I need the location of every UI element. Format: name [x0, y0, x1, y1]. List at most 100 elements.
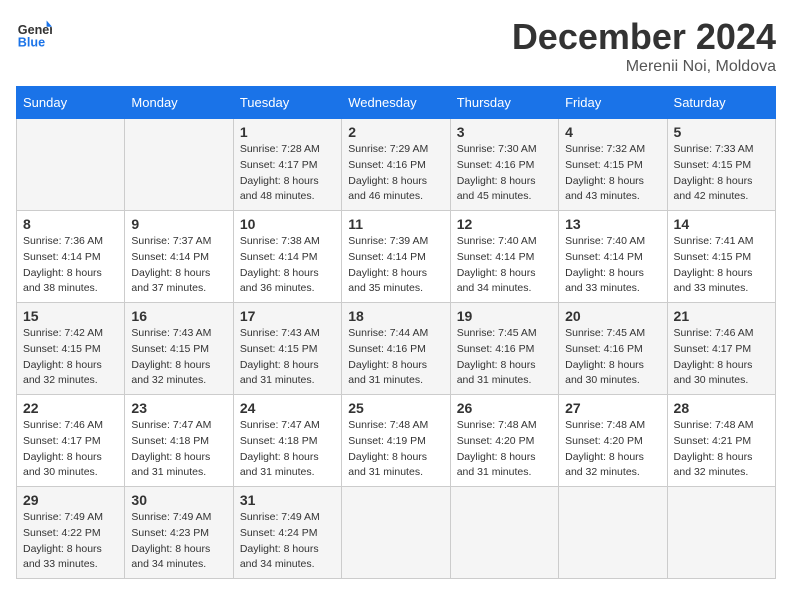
- calendar-cell: 23 Sunrise: 7:47 AMSunset: 4:18 PMDayligh…: [125, 395, 233, 487]
- day-number: 16: [131, 308, 226, 324]
- calendar-cell: 22 Sunrise: 7:46 AMSunset: 4:17 PMDayligh…: [17, 395, 125, 487]
- calendar-cell: [450, 487, 558, 579]
- calendar-cell: 20Sunrise: 7:45 AMSunset: 4:16 PMDayligh…: [559, 303, 667, 395]
- day-number: 12: [457, 216, 552, 232]
- calendar-week-3: 15 Sunrise: 7:42 AMSunset: 4:15 PMDayligh…: [17, 303, 776, 395]
- day-info: Sunrise: 7:46 AMSunset: 4:17 PMDaylight:…: [674, 326, 769, 389]
- calendar-cell: 24 Sunrise: 7:47 AMSunset: 4:18 PMDayligh…: [233, 395, 341, 487]
- day-info: Sunrise: 7:33 AMSunset: 4:15 PMDaylight:…: [674, 142, 769, 205]
- day-info: Sunrise: 7:47 AMSunset: 4:18 PMDaylight:…: [131, 418, 226, 481]
- svg-text:Blue: Blue: [18, 36, 45, 50]
- calendar-cell: 4Sunrise: 7:32 AMSunset: 4:15 PMDaylight…: [559, 119, 667, 211]
- day-number: 28: [674, 400, 769, 416]
- calendar-cell: 18Sunrise: 7:44 AMSunset: 4:16 PMDayligh…: [342, 303, 450, 395]
- calendar-cell: 21 Sunrise: 7:46 AMSunset: 4:17 PMDayligh…: [667, 303, 775, 395]
- calendar-cell: 29Sunrise: 7:49 AMSunset: 4:22 PMDayligh…: [17, 487, 125, 579]
- day-info: Sunrise: 7:49 AMSunset: 4:22 PMDaylight:…: [23, 510, 118, 573]
- day-info: Sunrise: 7:43 AMSunset: 4:15 PMDaylight:…: [240, 326, 335, 389]
- header-day-wednesday: Wednesday: [342, 87, 450, 119]
- day-info: Sunrise: 7:45 AMSunset: 4:16 PMDaylight:…: [565, 326, 660, 389]
- calendar-cell: [559, 487, 667, 579]
- day-number: 14: [674, 216, 769, 232]
- calendar-cell: 5 Sunrise: 7:33 AMSunset: 4:15 PMDaylight…: [667, 119, 775, 211]
- calendar-cell: 2 Sunrise: 7:29 AMSunset: 4:16 PMDaylight…: [342, 119, 450, 211]
- location-subtitle: Merenii Noi, Moldova: [512, 58, 776, 76]
- calendar-cell: 26 Sunrise: 7:48 AMSunset: 4:20 PMDayligh…: [450, 395, 558, 487]
- calendar-week-4: 22 Sunrise: 7:46 AMSunset: 4:17 PMDayligh…: [17, 395, 776, 487]
- calendar-cell: 16Sunrise: 7:43 AMSunset: 4:15 PMDayligh…: [125, 303, 233, 395]
- day-number: 22: [23, 400, 118, 416]
- logo: General Blue: [16, 16, 52, 52]
- month-title: December 2024: [512, 16, 776, 58]
- title-area: December 2024 Merenii Noi, Moldova: [512, 16, 776, 76]
- calendar-week-5: 29Sunrise: 7:49 AMSunset: 4:22 PMDayligh…: [17, 487, 776, 579]
- calendar-week-2: 8 Sunrise: 7:36 AMSunset: 4:14 PMDaylight…: [17, 211, 776, 303]
- calendar-cell: 17 Sunrise: 7:43 AMSunset: 4:15 PMDayligh…: [233, 303, 341, 395]
- calendar-cell: [17, 119, 125, 211]
- day-number: 15: [23, 308, 118, 324]
- day-info: Sunrise: 7:37 AMSunset: 4:14 PMDaylight:…: [131, 234, 226, 297]
- day-info: Sunrise: 7:47 AMSunset: 4:18 PMDaylight:…: [240, 418, 335, 481]
- day-info: Sunrise: 7:46 AMSunset: 4:17 PMDaylight:…: [23, 418, 118, 481]
- day-number: 3: [457, 124, 552, 140]
- day-number: 21: [674, 308, 769, 324]
- day-number: 8: [23, 216, 118, 232]
- day-info: Sunrise: 7:48 AMSunset: 4:20 PMDaylight:…: [565, 418, 660, 481]
- day-info: Sunrise: 7:42 AMSunset: 4:15 PMDaylight:…: [23, 326, 118, 389]
- calendar-cell: 13 Sunrise: 7:40 AMSunset: 4:14 PMDayligh…: [559, 211, 667, 303]
- calendar-cell: [125, 119, 233, 211]
- day-info: Sunrise: 7:29 AMSunset: 4:16 PMDaylight:…: [348, 142, 443, 205]
- calendar-cell: 11Sunrise: 7:39 AMSunset: 4:14 PMDayligh…: [342, 211, 450, 303]
- day-number: 30: [131, 492, 226, 508]
- day-number: 13: [565, 216, 660, 232]
- day-info: Sunrise: 7:40 AMSunset: 4:14 PMDaylight:…: [457, 234, 552, 297]
- calendar-cell: 15 Sunrise: 7:42 AMSunset: 4:15 PMDayligh…: [17, 303, 125, 395]
- day-number: 1: [240, 124, 335, 140]
- header-day-sunday: Sunday: [17, 87, 125, 119]
- day-info: Sunrise: 7:39 AMSunset: 4:14 PMDaylight:…: [348, 234, 443, 297]
- calendar-cell: 14 Sunrise: 7:41 AMSunset: 4:15 PMDayligh…: [667, 211, 775, 303]
- day-number: 9: [131, 216, 226, 232]
- calendar-cell: 12 Sunrise: 7:40 AMSunset: 4:14 PMDayligh…: [450, 211, 558, 303]
- header-day-thursday: Thursday: [450, 87, 558, 119]
- day-number: 19: [457, 308, 552, 324]
- day-info: Sunrise: 7:48 AMSunset: 4:20 PMDaylight:…: [457, 418, 552, 481]
- calendar-body: 1 Sunrise: 7:28 AMSunset: 4:17 PMDaylight…: [17, 119, 776, 579]
- day-info: Sunrise: 7:40 AMSunset: 4:14 PMDaylight:…: [565, 234, 660, 297]
- header-day-monday: Monday: [125, 87, 233, 119]
- day-info: Sunrise: 7:30 AMSunset: 4:16 PMDaylight:…: [457, 142, 552, 205]
- header-day-tuesday: Tuesday: [233, 87, 341, 119]
- day-info: Sunrise: 7:48 AMSunset: 4:19 PMDaylight:…: [348, 418, 443, 481]
- day-number: 27: [565, 400, 660, 416]
- day-info: Sunrise: 7:49 AMSunset: 4:23 PMDaylight:…: [131, 510, 226, 573]
- day-number: 23: [131, 400, 226, 416]
- calendar-cell: 8 Sunrise: 7:36 AMSunset: 4:14 PMDaylight…: [17, 211, 125, 303]
- calendar-cell: 25 Sunrise: 7:48 AMSunset: 4:19 PMDayligh…: [342, 395, 450, 487]
- day-info: Sunrise: 7:45 AMSunset: 4:16 PMDaylight:…: [457, 326, 552, 389]
- header-day-saturday: Saturday: [667, 87, 775, 119]
- calendar-cell: 9 Sunrise: 7:37 AMSunset: 4:14 PMDaylight…: [125, 211, 233, 303]
- day-number: 25: [348, 400, 443, 416]
- calendar-week-1: 1 Sunrise: 7:28 AMSunset: 4:17 PMDaylight…: [17, 119, 776, 211]
- logo-icon: General Blue: [16, 16, 52, 52]
- calendar-cell: 30 Sunrise: 7:49 AMSunset: 4:23 PMDayligh…: [125, 487, 233, 579]
- calendar-table: SundayMondayTuesdayWednesdayThursdayFrid…: [16, 86, 776, 579]
- day-number: 2: [348, 124, 443, 140]
- day-number: 5: [674, 124, 769, 140]
- day-info: Sunrise: 7:28 AMSunset: 4:17 PMDaylight:…: [240, 142, 335, 205]
- calendar-cell: 19 Sunrise: 7:45 AMSunset: 4:16 PMDayligh…: [450, 303, 558, 395]
- day-info: Sunrise: 7:41 AMSunset: 4:15 PMDaylight:…: [674, 234, 769, 297]
- day-info: Sunrise: 7:44 AMSunset: 4:16 PMDaylight:…: [348, 326, 443, 389]
- calendar-header-row: SundayMondayTuesdayWednesdayThursdayFrid…: [17, 87, 776, 119]
- calendar-cell: 3 Sunrise: 7:30 AMSunset: 4:16 PMDaylight…: [450, 119, 558, 211]
- day-info: Sunrise: 7:49 AMSunset: 4:24 PMDaylight:…: [240, 510, 335, 573]
- day-number: 24: [240, 400, 335, 416]
- header: General Blue December 2024 Merenii Noi, …: [16, 16, 776, 76]
- day-number: 10: [240, 216, 335, 232]
- day-info: Sunrise: 7:36 AMSunset: 4:14 PMDaylight:…: [23, 234, 118, 297]
- day-number: 31: [240, 492, 335, 508]
- day-number: 17: [240, 308, 335, 324]
- day-number: 4: [565, 124, 660, 140]
- day-number: 26: [457, 400, 552, 416]
- calendar-cell: 28Sunrise: 7:48 AMSunset: 4:21 PMDayligh…: [667, 395, 775, 487]
